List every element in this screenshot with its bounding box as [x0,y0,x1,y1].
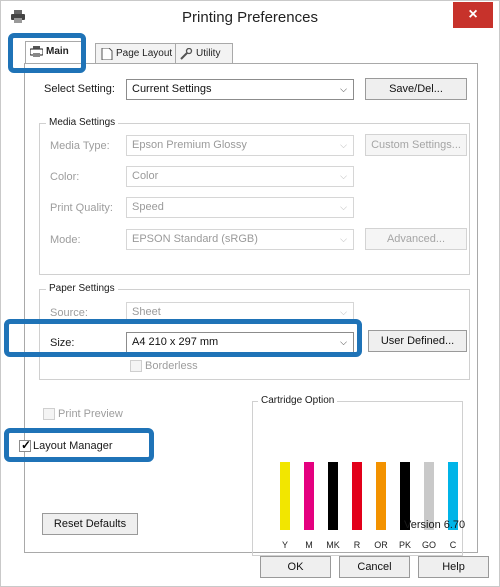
select-setting-dropdown[interactable]: Current Settings ⌵ [126,79,354,100]
ink-label-r: R [353,540,361,550]
borderless-label: Borderless [145,360,198,372]
ink-label-c: C [449,540,457,550]
chevron-down-icon: ⌵ [340,234,347,244]
ink-label-y: Y [281,540,288,550]
size-dropdown[interactable]: A4 210 x 297 mm ⌵ [126,332,354,353]
ink-bar-y [280,462,290,530]
media-settings-title: Media Settings [46,117,119,128]
page-icon [101,48,113,60]
tab-page-layout[interactable]: Page Layout [95,43,176,65]
tab-main[interactable]: Main [25,41,86,65]
printer-icon [30,46,43,57]
ink-bar-mk [328,462,338,530]
media-type-label: Media Type: [50,140,110,152]
save-del-button[interactable]: Save/Del... [365,78,467,100]
ink-bar-m [304,462,314,530]
ink-bar-or [376,462,386,530]
ink-label-pk: PK [398,540,411,550]
ink-label-m: M [305,540,313,550]
version-label: Version 6.70 [404,519,466,531]
ink-label-or: OR [374,540,388,550]
print-preview-checkbox[interactable] [43,408,55,420]
window-title: Printing Preferences [182,9,318,26]
ink-bar-r [352,462,362,530]
color-label: Color: [50,171,80,183]
ink-label-go: GO [421,540,436,550]
size-value: A4 210 x 297 mm [132,336,219,348]
wrench-icon [180,48,193,60]
chevron-down-icon: ⌵ [340,307,347,317]
media-type-dropdown[interactable]: Epson Premium Glossy ⌵ [126,135,354,156]
color-value: Color [132,170,159,182]
chevron-down-icon: ⌵ [340,202,347,212]
advanced-button[interactable]: Advanced... [365,228,467,250]
ok-button[interactable]: OK [260,556,331,578]
chevron-down-icon: ⌵ [340,337,347,347]
select-setting-label: Select Setting: [44,83,115,95]
close-button[interactable]: × [453,2,493,28]
custom-settings-button[interactable]: Custom Settings... [365,134,467,156]
print-preview-label: Print Preview [58,408,123,420]
mode-label: Mode: [50,234,81,246]
layout-manager-checkbox[interactable]: ✓ [19,438,32,452]
source-dropdown[interactable]: Sheet ⌵ [126,302,354,323]
checkmark-icon: ✓ [21,438,32,452]
chevron-down-icon: ⌵ [340,140,347,150]
tab-page-layout-label: Page Layout [116,48,173,59]
cartridge-option-title: Cartridge Option [258,395,338,406]
cancel-button[interactable]: Cancel [339,556,410,578]
layout-manager-label: Layout Manager [33,440,113,452]
borderless-checkbox[interactable] [130,360,142,372]
mode-value: EPSON Standard (sRGB) [132,233,258,245]
color-dropdown[interactable]: Color ⌵ [126,166,354,187]
mode-dropdown[interactable]: EPSON Standard (sRGB) ⌵ [126,229,354,250]
size-label: Size: [50,337,75,349]
chevron-down-icon: ⌵ [340,171,347,181]
print-quality-value: Speed [132,201,164,213]
tab-utility[interactable]: Utility [175,43,233,65]
ink-label-mk: MK [326,540,340,550]
reset-defaults-button[interactable]: Reset Defaults [42,513,138,535]
paper-settings-title: Paper Settings [46,283,118,294]
print-quality-label: Print Quality: [50,202,113,214]
tab-main-label: Main [46,46,69,57]
source-value: Sheet [132,306,161,318]
source-label: Source: [50,307,88,319]
title-bar: Printing Preferences × [1,1,499,35]
user-defined-button[interactable]: User Defined... [368,330,467,352]
select-setting-value: Current Settings [132,83,212,95]
chevron-down-icon: ⌵ [340,84,347,94]
media-type-value: Epson Premium Glossy [132,139,247,151]
print-quality-dropdown[interactable]: Speed ⌵ [126,197,354,218]
help-button[interactable]: Help [418,556,489,578]
tab-utility-label: Utility [196,48,221,59]
